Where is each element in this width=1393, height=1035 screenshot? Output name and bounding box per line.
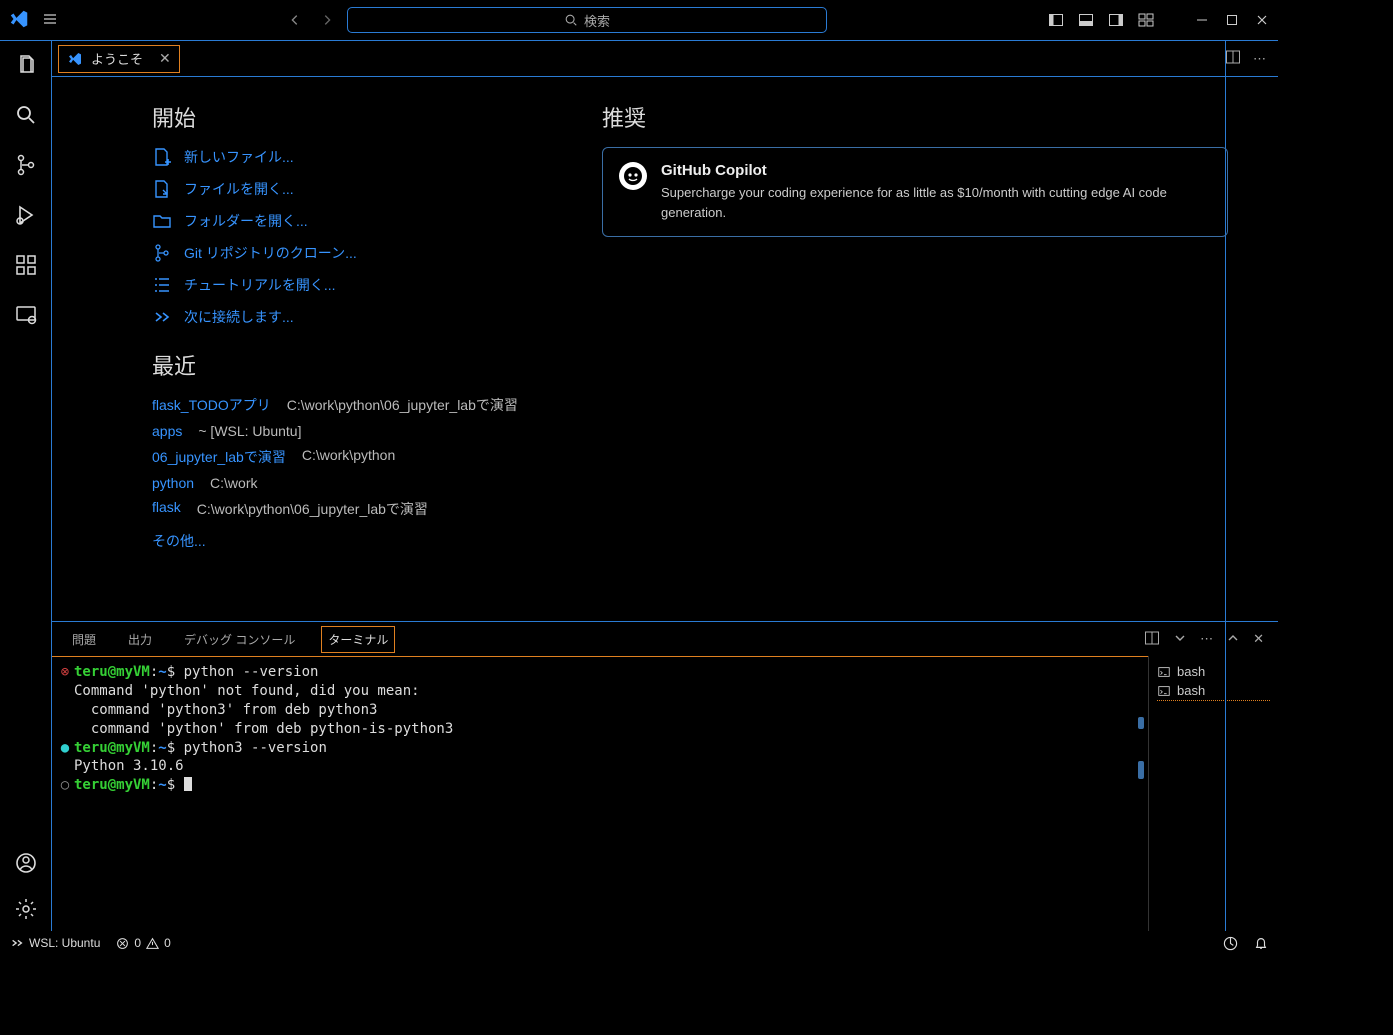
- folder-icon: [152, 211, 172, 231]
- nav-back-icon[interactable]: [283, 8, 307, 32]
- vscode-logo-icon: [8, 8, 30, 33]
- copilot-desc: Supercharge your coding experience for a…: [661, 183, 1211, 222]
- git-clone-icon: [152, 243, 172, 263]
- more-actions-icon[interactable]: ⋯: [1253, 51, 1266, 67]
- recent-section-title: 最近: [152, 349, 592, 381]
- start-open-file[interactable]: ファイルを開く...: [152, 179, 592, 199]
- remote-explorer-icon[interactable]: [12, 301, 40, 329]
- hamburger-menu-icon[interactable]: [38, 7, 62, 34]
- remote-indicator[interactable]: WSL: Ubuntu: [10, 936, 100, 950]
- source-control-icon[interactable]: [12, 151, 40, 179]
- terminal-list-item[interactable]: bash: [1157, 681, 1270, 701]
- start-open-tutorial[interactable]: チュートリアルを開く...: [152, 275, 592, 295]
- nav-forward-icon[interactable]: [315, 8, 339, 32]
- open-file-icon: [152, 179, 172, 199]
- tab-welcome[interactable]: ようこそ ✕: [58, 45, 180, 73]
- recent-item[interactable]: 06_jupyter_labで演習 C:\work\python: [152, 447, 592, 467]
- window-minimize-icon[interactable]: [1194, 12, 1210, 28]
- panel-more-icon[interactable]: ⋯: [1200, 631, 1213, 647]
- checklist-icon: [152, 275, 172, 295]
- tab-welcome-label: ようこそ: [91, 49, 143, 68]
- titlebar: 検索: [0, 0, 1278, 40]
- recent-item[interactable]: python C:\work: [152, 475, 592, 491]
- tab-close-icon[interactable]: ✕: [159, 50, 171, 67]
- start-new-file[interactable]: 新しいファイル...: [152, 147, 592, 167]
- panel: 問題 出力 デバッグ コンソール ターミナル ⋯ ✕ ⊗teru@myVM:~$…: [52, 621, 1278, 931]
- panel-split-icon[interactable]: [1144, 630, 1160, 649]
- editor-tabs-row: ようこそ ✕ ⋯: [52, 41, 1278, 77]
- start-section-title: 開始: [152, 101, 592, 133]
- layout-panel-icon[interactable]: [1078, 12, 1094, 28]
- run-debug-icon[interactable]: [12, 201, 40, 229]
- recommend-section-title: 推奨: [602, 101, 1228, 133]
- search-placeholder: 検索: [584, 11, 610, 30]
- recent-item-path: C:\work\python: [302, 447, 395, 467]
- settings-gear-icon[interactable]: [12, 895, 40, 923]
- command-center-search[interactable]: 検索: [347, 7, 827, 33]
- terminal-list-item[interactable]: bash: [1157, 662, 1270, 681]
- search-icon[interactable]: [12, 101, 40, 129]
- panel-maximize-icon[interactable]: [1227, 632, 1239, 647]
- recent-more-link[interactable]: その他...: [152, 531, 206, 551]
- recent-item-name: python: [152, 475, 194, 491]
- statusbar: WSL: Ubuntu 0 0: [0, 931, 1278, 955]
- recent-item-name: flask_TODOアプリ: [152, 395, 271, 415]
- recent-item[interactable]: apps ~ [WSL: Ubuntu]: [152, 423, 592, 439]
- panel-tab-output[interactable]: 出力: [122, 627, 158, 652]
- explorer-icon[interactable]: [12, 51, 40, 79]
- recent-item-path: C:\work: [210, 475, 257, 491]
- panel-close-icon[interactable]: ✕: [1253, 631, 1264, 647]
- panel-tab-terminal[interactable]: ターミナル: [321, 626, 395, 653]
- copilot-card[interactable]: GitHub Copilot Supercharge your coding e…: [602, 147, 1228, 237]
- notifications-bell-icon[interactable]: [1254, 936, 1268, 951]
- recent-item-name: 06_jupyter_labで演習: [152, 447, 286, 467]
- terminal-list: bash bash: [1148, 656, 1278, 931]
- remote-connect-icon: [152, 307, 172, 327]
- panel-tab-debug-console[interactable]: デバッグ コンソール: [178, 627, 301, 652]
- layout-customize-icon[interactable]: [1138, 12, 1154, 28]
- recent-item-path: ~ [WSL: Ubuntu]: [198, 423, 301, 439]
- editor-group: ようこそ ✕ ⋯ 開始 新しいファイル... ファイルを開く...: [52, 41, 1278, 931]
- recent-item-path: C:\work\python\06_jupyter_labで演習: [287, 395, 518, 415]
- recent-item-name: apps: [152, 423, 182, 439]
- recent-item-name: flask: [152, 499, 181, 519]
- start-connect-to[interactable]: 次に接続します...: [152, 307, 592, 327]
- panel-chevron-down-icon[interactable]: [1174, 632, 1186, 647]
- window-maximize-icon[interactable]: [1224, 12, 1240, 28]
- recent-item[interactable]: flask C:\work\python\06_jupyter_labで演習: [152, 499, 592, 519]
- terminal[interactable]: ⊗teru@myVM:~$ python --version Command '…: [52, 656, 1148, 931]
- accounts-icon[interactable]: [12, 849, 40, 877]
- feedback-icon[interactable]: [1223, 936, 1238, 951]
- problems-indicator[interactable]: 0 0: [116, 936, 170, 950]
- start-open-folder[interactable]: フォルダーを開く...: [152, 211, 592, 231]
- copilot-title: GitHub Copilot: [661, 162, 1211, 179]
- new-file-icon: [152, 147, 172, 167]
- activity-bar: [0, 41, 52, 931]
- copilot-icon: [619, 162, 647, 190]
- start-clone-repo[interactable]: Git リポジトリのクローン...: [152, 243, 592, 263]
- split-editor-icon[interactable]: [1225, 49, 1241, 68]
- panel-tab-problems[interactable]: 問題: [66, 627, 102, 652]
- window-close-icon[interactable]: [1254, 12, 1270, 28]
- extensions-icon[interactable]: [12, 251, 40, 279]
- recent-item-path: C:\work\python\06_jupyter_labで演習: [197, 499, 428, 519]
- recent-item[interactable]: flask_TODOアプリ C:\work\python\06_jupyter_l…: [152, 395, 592, 415]
- layout-sidebar-right-icon[interactable]: [1108, 12, 1124, 28]
- layout-sidebar-left-icon[interactable]: [1048, 12, 1064, 28]
